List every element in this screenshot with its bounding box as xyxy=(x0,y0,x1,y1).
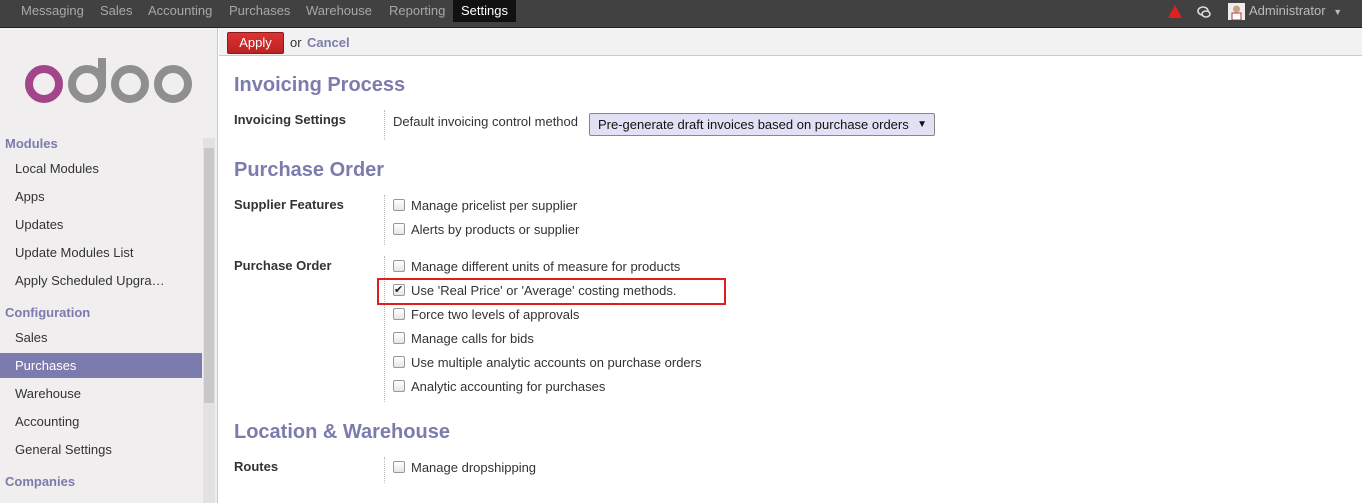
odoo-logo[interactable] xyxy=(22,58,192,108)
option-label: Manage different units of measure for pr… xyxy=(411,259,681,274)
warning-icon[interactable] xyxy=(1168,3,1182,18)
highlight-annotation-box xyxy=(377,278,726,305)
nav-accounting[interactable]: Accounting xyxy=(148,0,212,22)
nav-sales[interactable]: Sales xyxy=(100,0,133,22)
sidebar: Modules Local Modules Apps Updates Updat… xyxy=(0,28,218,503)
sidebar-item-local-modules[interactable]: Local Modules xyxy=(0,156,202,181)
sidebar-item-apps[interactable]: Apps xyxy=(0,184,202,209)
option-label: Manage dropshipping xyxy=(411,460,537,475)
checkbox[interactable] xyxy=(393,260,405,272)
checkbox[interactable] xyxy=(393,199,405,211)
sidebar-item-update-modules-list[interactable]: Update Modules List xyxy=(0,240,202,265)
option-calls-for-bids[interactable]: Manage calls for bids xyxy=(393,331,534,347)
nav-reporting[interactable]: Reporting xyxy=(389,0,445,22)
cancel-link[interactable]: Cancel xyxy=(307,35,350,50)
option-alerts-by-products[interactable]: Alerts by products or supplier xyxy=(393,222,579,238)
section-title-purchase-order: Purchase Order xyxy=(234,159,385,181)
option-pricelist-per-supplier[interactable]: Manage pricelist per supplier xyxy=(393,198,577,214)
checkbox[interactable] xyxy=(393,461,405,473)
divider xyxy=(384,457,385,483)
sidebar-scrollbar-thumb[interactable] xyxy=(204,148,214,403)
avatar[interactable] xyxy=(1228,3,1245,21)
invoicing-method-select[interactable]: Pre-generate draft invoices based on pur… xyxy=(589,113,935,136)
divider xyxy=(384,110,385,140)
nav-purchases[interactable]: Purchases xyxy=(229,0,290,22)
sidebar-item-apply-scheduled-upgrades[interactable]: Apply Scheduled Upgra… xyxy=(0,268,202,293)
checkbox[interactable] xyxy=(393,223,405,235)
sidebar-header-configuration: Configuration xyxy=(5,305,91,320)
sidebar-item-general-settings[interactable]: General Settings xyxy=(0,437,202,462)
option-label: Analytic accounting for purchases xyxy=(411,379,606,394)
nav-messaging[interactable]: Messaging xyxy=(21,0,84,22)
sidebar-header-modules: Modules xyxy=(5,136,58,151)
field-label-invoicing-method: Default invoicing control method xyxy=(393,114,578,129)
row-label-invoicing-settings: Invoicing Settings xyxy=(234,112,346,127)
user-name: Administrator xyxy=(1249,3,1326,18)
divider xyxy=(384,195,385,245)
action-bar: Apply or Cancel xyxy=(219,28,1362,56)
option-label: Force two levels of approvals xyxy=(411,307,580,322)
option-two-levels-approvals[interactable]: Force two levels of approvals xyxy=(393,307,579,323)
or-text: or xyxy=(290,35,302,50)
sidebar-header-companies: Companies xyxy=(5,474,76,489)
sidebar-item-warehouse[interactable]: Warehouse xyxy=(0,381,202,406)
nav-settings[interactable]: Settings xyxy=(453,0,516,22)
section-title-location-warehouse: Location & Warehouse xyxy=(234,421,450,443)
option-multiple-analytic-accounts[interactable]: Use multiple analytic accounts on purcha… xyxy=(393,355,701,371)
sidebar-item-updates[interactable]: Updates xyxy=(0,212,202,237)
option-label: Use multiple analytic accounts on purcha… xyxy=(411,355,702,370)
row-label-routes: Routes xyxy=(234,459,279,474)
checkbox[interactable] xyxy=(393,332,405,344)
option-analytic-accounting[interactable]: Analytic accounting for purchases xyxy=(393,379,605,395)
nav-warehouse[interactable]: Warehouse xyxy=(306,0,372,22)
option-units-of-measure[interactable]: Manage different units of measure for pr… xyxy=(393,259,680,275)
user-menu[interactable]: Administrator ▼ xyxy=(1249,0,1342,22)
invoicing-method-value: Pre-generate draft invoices based on pur… xyxy=(598,117,909,132)
chevron-down-icon: ▼ xyxy=(1333,7,1343,17)
top-navbar: Messaging Sales Accounting Purchases War… xyxy=(0,0,1362,28)
chevron-down-icon: ▼ xyxy=(917,119,927,130)
option-label: Manage calls for bids xyxy=(411,331,534,346)
checkbox[interactable] xyxy=(393,308,405,320)
row-label-supplier-features: Supplier Features xyxy=(234,197,344,212)
apply-button[interactable]: Apply xyxy=(227,32,284,54)
sidebar-item-accounting[interactable]: Accounting xyxy=(0,409,202,434)
option-label: Manage pricelist per supplier xyxy=(411,198,578,213)
section-title-invoicing-process: Invoicing Process xyxy=(234,74,406,96)
checkbox[interactable] xyxy=(393,380,405,392)
option-label: Alerts by products or supplier xyxy=(411,222,580,237)
chat-icon[interactable] xyxy=(1197,4,1211,18)
checkbox[interactable] xyxy=(393,356,405,368)
sidebar-item-purchases[interactable]: Purchases xyxy=(0,353,202,378)
sidebar-item-sales[interactable]: Sales xyxy=(0,325,202,350)
row-label-purchase-order: Purchase Order xyxy=(234,258,332,273)
option-manage-dropshipping[interactable]: Manage dropshipping xyxy=(393,460,536,476)
